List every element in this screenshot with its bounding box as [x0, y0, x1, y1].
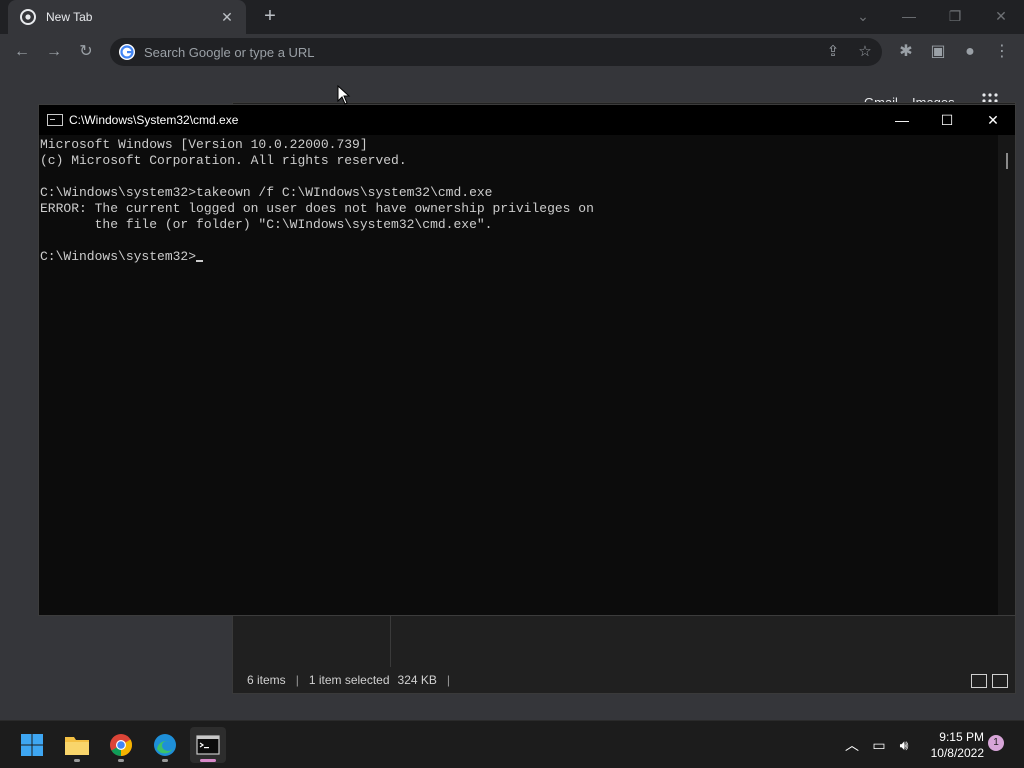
network-icon[interactable]: ▭ [869, 735, 889, 755]
clock-time: 9:15 PM [939, 730, 984, 744]
reload-icon[interactable]: ↻ [74, 40, 98, 64]
taskbar-chrome[interactable] [103, 727, 139, 763]
notification-badge[interactable]: 1 [988, 735, 1004, 751]
explorer-status-bar: 6 items | 1 item selected 324 KB | [233, 667, 1015, 693]
console-prompt: C:\Windows\system32> [40, 249, 197, 264]
mouse-pointer-icon [337, 85, 351, 105]
taskbar-file-explorer[interactable] [59, 727, 95, 763]
running-indicator [118, 759, 124, 762]
cmd-maximize-icon[interactable]: ☐ [935, 109, 959, 131]
explorer-pane-divider [390, 615, 391, 667]
forward-icon[interactable]: → [42, 40, 66, 64]
cmd-scroll-thumb[interactable] [1006, 153, 1008, 169]
details-view-icon[interactable] [971, 674, 987, 688]
side-panel-icon[interactable]: ▣ [926, 40, 950, 64]
cmd-title: C:\Windows\System32\cmd.exe [69, 113, 239, 127]
cmd-app-icon [47, 114, 63, 126]
volume-icon[interactable]: 🔊︎ [894, 735, 914, 755]
taskbar-clock[interactable]: 9:15 PM 10/8/2022 [922, 729, 984, 761]
extensions-icon[interactable]: ✱ [894, 40, 918, 64]
tab-close-icon[interactable]: ✕ [218, 9, 236, 26]
bookmark-star-icon[interactable]: ☆ [854, 42, 876, 64]
tiles-view-icon[interactable] [992, 674, 1008, 688]
profile-icon[interactable]: ● [958, 40, 982, 64]
omnibox[interactable]: ⇪ ☆ [110, 38, 882, 66]
status-selected: 1 item selected [308, 673, 390, 687]
browser-toolbar: ← → ↻ ⇪ ☆ ✱ ▣ ● ⋮ [0, 34, 1024, 70]
chrome-favicon-icon [20, 9, 36, 25]
start-button[interactable] [14, 727, 50, 763]
status-item-count: 6 items [247, 673, 286, 687]
console-line: ERROR: The current logged on user does n… [40, 201, 594, 216]
console-line: Microsoft Windows [Version 10.0.22000.73… [40, 137, 368, 152]
share-icon[interactable]: ⇪ [822, 42, 844, 64]
cmd-minimize-icon[interactable]: — [890, 109, 914, 131]
console-line: C:\Windows\system32>takeown /f C:\WIndow… [40, 185, 493, 200]
status-separator: | [446, 673, 451, 687]
status-separator: | [295, 673, 299, 687]
console-prompt-line[interactable]: C:\Windows\system32> [40, 249, 999, 265]
browser-tab[interactable]: New Tab ✕ [8, 0, 246, 34]
running-indicator [162, 759, 168, 762]
cmd-window[interactable]: C:\Windows\System32\cmd.exe — ☐ ✕ Micros… [38, 104, 1016, 616]
folder-icon [65, 737, 89, 755]
omnibox-input[interactable] [144, 44, 804, 60]
new-tab-button[interactable]: + [258, 5, 282, 29]
active-indicator [200, 759, 216, 762]
show-hidden-icons-chevron-icon[interactable]: ︿ [842, 735, 862, 755]
taskbar: ︿ ▭ 🔊︎ 9:15 PM 10/8/2022 [0, 720, 1024, 768]
browser-minimize-icon[interactable]: — [898, 5, 920, 27]
chrome-icon [110, 734, 132, 756]
terminal-icon [196, 735, 220, 755]
browser-restore-icon[interactable]: ❐ [944, 5, 966, 27]
browser-close-icon[interactable]: ✕ [990, 5, 1012, 27]
cmd-scrollbar[interactable] [998, 135, 1015, 615]
taskbar-edge[interactable] [147, 727, 183, 763]
clock-date: 10/8/2022 [930, 746, 984, 760]
cmd-console[interactable]: Microsoft Windows [Version 10.0.22000.73… [39, 135, 999, 615]
taskbar-command-prompt[interactable] [190, 727, 226, 763]
cmd-titlebar[interactable]: C:\Windows\System32\cmd.exe — ☐ ✕ [39, 105, 1015, 135]
running-indicator [74, 759, 80, 762]
google-icon [119, 44, 135, 60]
status-size: 324 KB [397, 673, 437, 687]
edge-icon [154, 734, 176, 756]
console-line: (c) Microsoft Corporation. All rights re… [40, 153, 407, 168]
text-caret [196, 260, 204, 262]
console-line: the file (or folder) "C:\WIndows\system3… [40, 217, 493, 232]
back-icon[interactable]: ← [10, 40, 34, 64]
tab-title: New Tab [46, 10, 93, 24]
menu-kebab-icon[interactable]: ⋮ [990, 40, 1014, 64]
tab-search-icon[interactable]: ⌄ [852, 5, 874, 27]
windows-start-icon [21, 734, 43, 756]
browser-tab-bar: New Tab ✕ + ⌄ — ❐ ✕ [0, 0, 1024, 34]
cmd-close-icon[interactable]: ✕ [981, 109, 1005, 131]
